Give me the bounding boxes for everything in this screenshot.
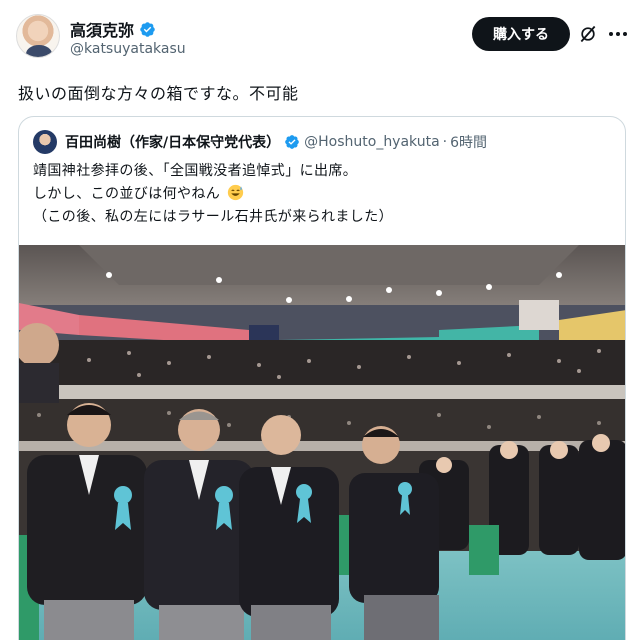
arena-photo (19, 245, 625, 640)
buy-button[interactable]: 購入する (472, 17, 570, 51)
quoted-author-name[interactable]: 百田尚樹（作家/日本保守党代表） (65, 132, 280, 152)
post-header: 高須克弥 @katsuyatakasu 購入する (0, 0, 640, 72)
author-name-row[interactable]: 高須克弥 (70, 17, 156, 41)
quoted-text-line-1: 靖国神社参拝の後、「全国戦没者追悼式」に出席。 (33, 163, 358, 179)
verified-badge-icon (140, 21, 155, 37)
grok-icon[interactable] (578, 24, 598, 44)
quoted-text-line-2-text: しかし、この並びは何やねん (33, 186, 221, 202)
author-display-name[interactable]: 高須克弥 (70, 17, 134, 41)
author-handle[interactable]: @katsuyatakasu (70, 41, 186, 57)
quoted-post-card[interactable]: 百田尚樹（作家/日本保守党代表） @Hoshuto_hyakuta · 6時間 … (18, 116, 626, 640)
sweat-smile-emoji-icon (227, 184, 244, 201)
more-icon[interactable] (608, 28, 628, 40)
separator-dot: · (442, 134, 448, 150)
author-avatar[interactable] (16, 14, 60, 58)
quoted-text-line-2: しかし、この並びは何やねん (33, 183, 244, 203)
quoted-timestamp[interactable]: 6時間 (450, 132, 487, 152)
attached-photo[interactable] (19, 245, 625, 640)
post-text: 扱いの面倒な方々の箱ですな。不可能 (18, 84, 299, 103)
verified-badge-icon (285, 135, 299, 149)
quoted-author-avatar[interactable] (33, 130, 57, 154)
quoted-author-handle[interactable]: @Hoshuto_hyakuta (304, 134, 440, 150)
quoted-author-row[interactable]: 百田尚樹（作家/日本保守党代表） @Hoshuto_hyakuta · 6時間 (33, 130, 487, 154)
quoted-text-line-3: （この後、私の左にはラサール石井氏が来られました） (33, 209, 393, 225)
